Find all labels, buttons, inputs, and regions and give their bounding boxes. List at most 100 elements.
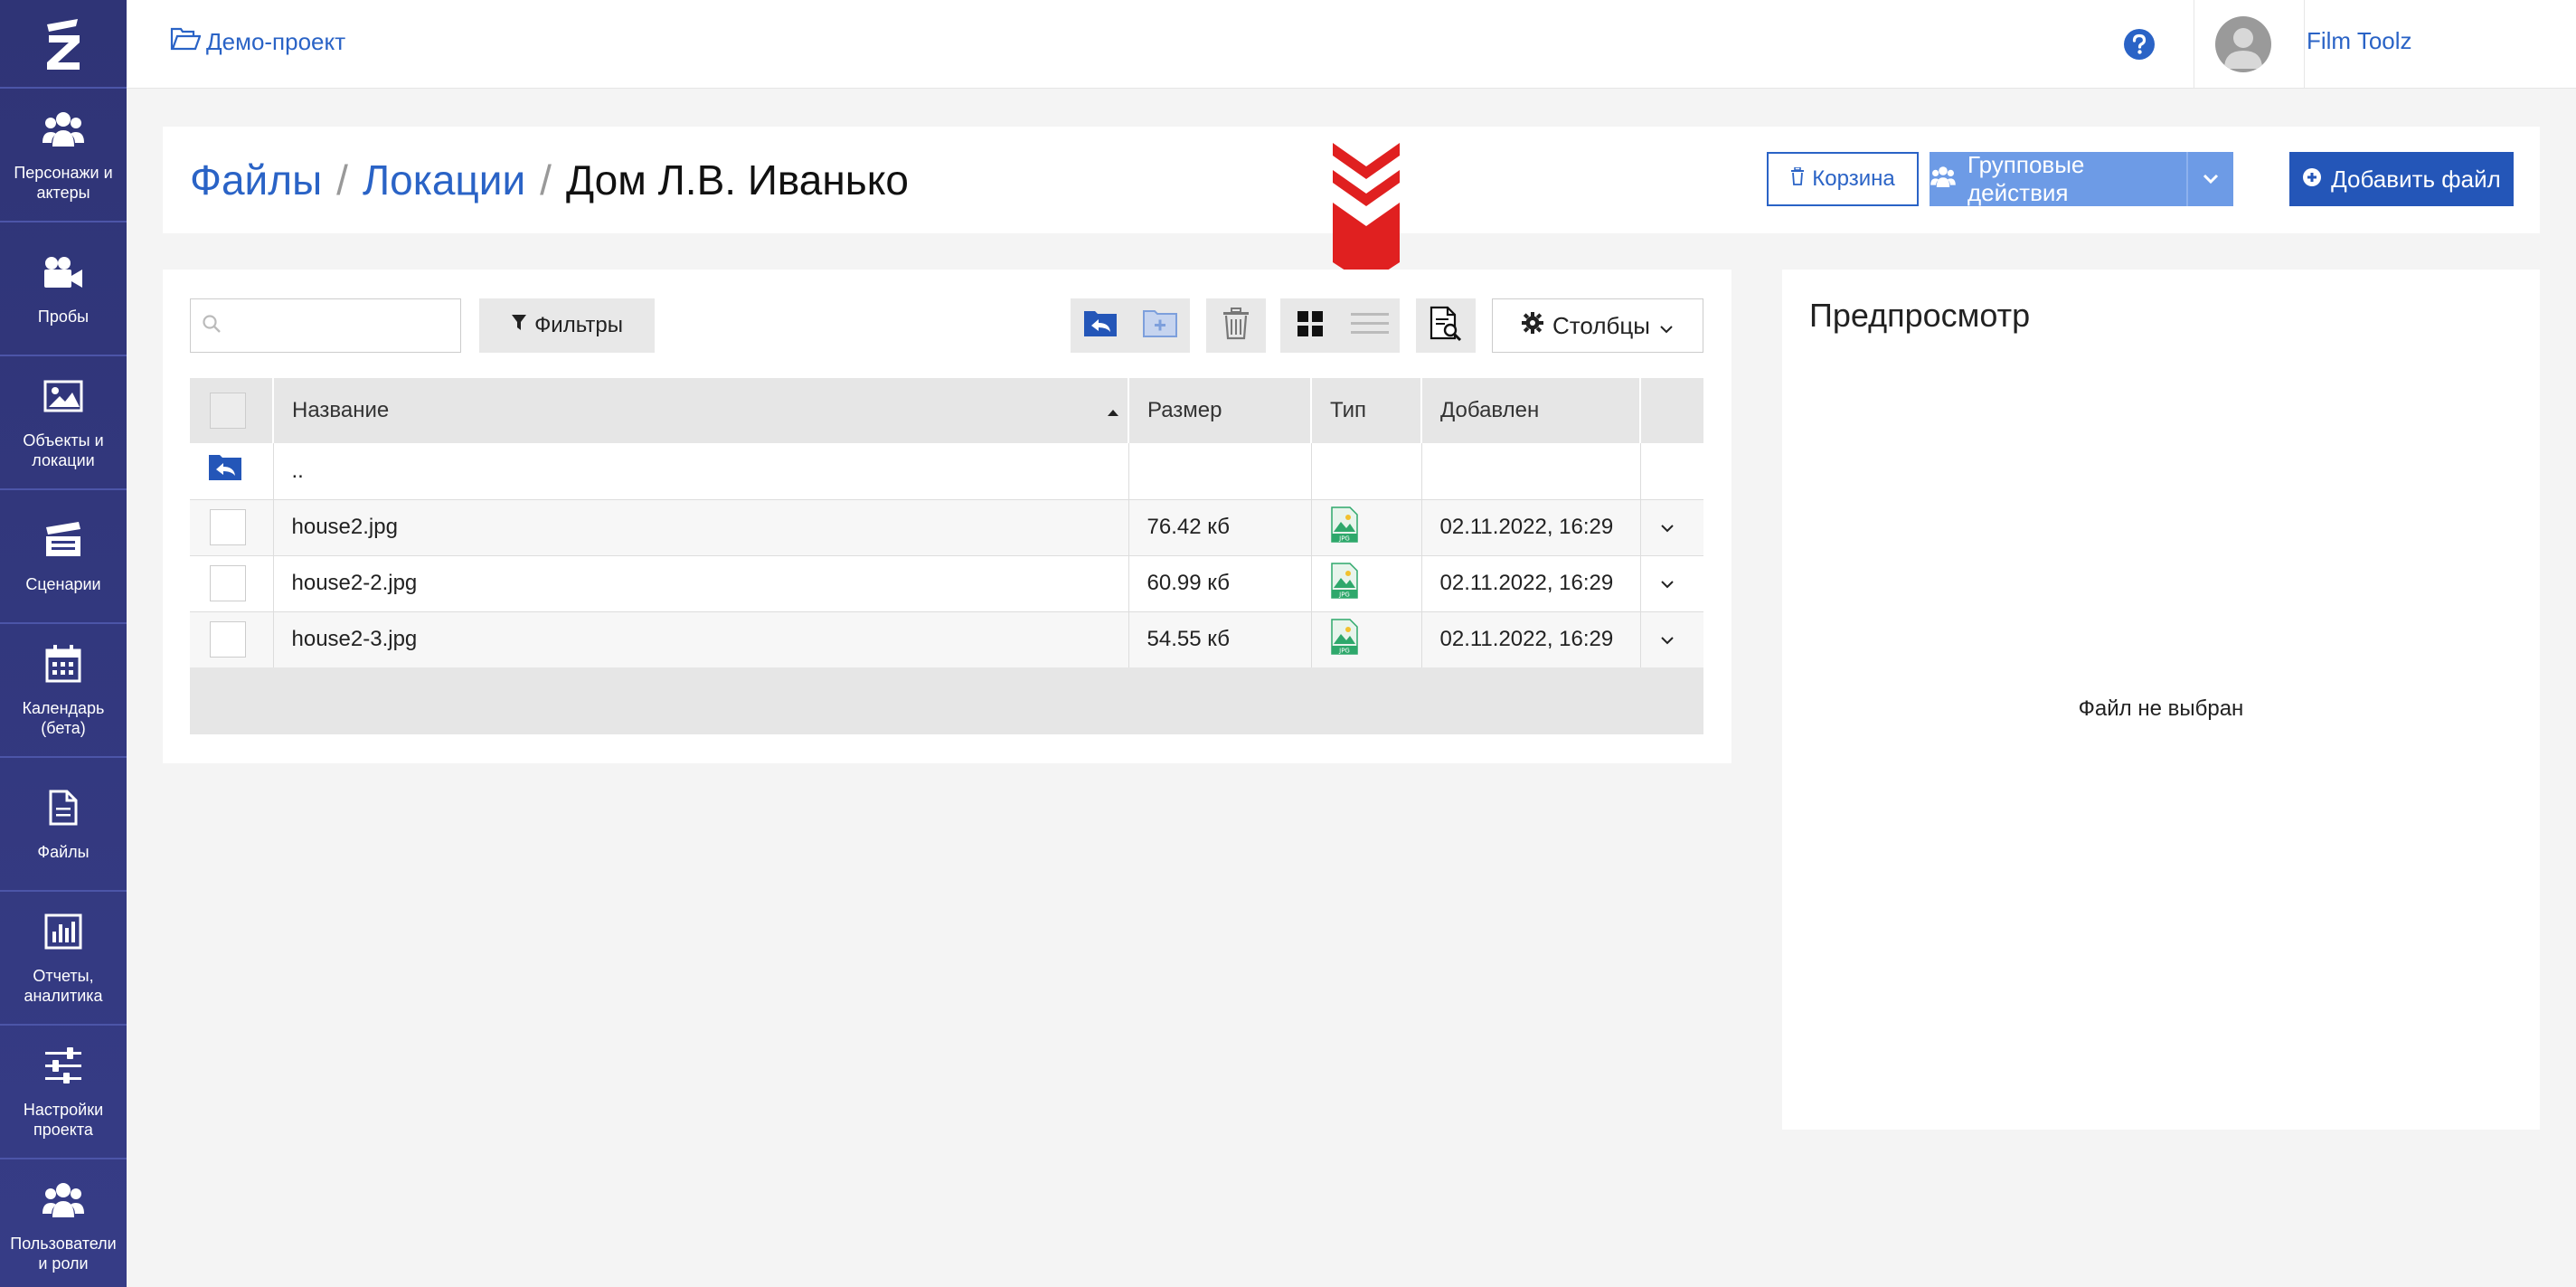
chevron-down-icon[interactable] <box>1659 515 1675 539</box>
people-icon <box>42 107 85 150</box>
users-icon <box>1930 166 1957 194</box>
parent-icon-cell <box>190 443 274 500</box>
group-actions-main[interactable]: Групповые действия <box>1930 151 2233 206</box>
table-header-row: Название Размер Тип Добавлен <box>190 378 1703 443</box>
help-icon[interactable] <box>2085 0 2194 89</box>
project-link[interactable]: Демо-проект <box>170 27 345 57</box>
image-icon <box>42 374 85 418</box>
delete-button[interactable] <box>1206 298 1266 353</box>
column-label: Размер <box>1147 398 1222 422</box>
table-row[interactable]: house2-3.jpg 54.55 кб JPG 02.11.2022, 16… <box>190 611 1703 668</box>
row-checkbox-cell <box>190 499 274 556</box>
sidebar-item-calendar[interactable]: Календарь (бета) <box>0 624 127 758</box>
chevron-down-icon <box>1659 312 1674 340</box>
add-file-button[interactable]: Добавить файл <box>2289 152 2514 206</box>
sidebar-item-characters[interactable]: Персонажи и актеры <box>0 89 127 222</box>
file-browser: Фильтры Столбцы Название Размер Тип Доба… <box>163 270 1731 763</box>
jpg-file-icon: JPG <box>1330 562 1359 604</box>
breadcrumb-separator: / <box>540 156 552 203</box>
breadcrumb-files[interactable]: Файлы <box>190 156 322 204</box>
column-label: Тип <box>1330 398 1367 422</box>
preview-toggle-button[interactable] <box>1416 298 1476 353</box>
file-name[interactable]: house2.jpg <box>273 499 1129 556</box>
trash-button[interactable]: Корзина <box>1767 152 1919 206</box>
sidebar-item-scripts[interactable]: Сценарии <box>0 490 127 624</box>
breadcrumb-locations[interactable]: Локации <box>363 156 525 204</box>
row-checkbox-cell <box>190 555 274 612</box>
table-row[interactable]: house2-2.jpg 60.99 кб JPG 02.11.2022, 16… <box>190 555 1703 612</box>
trash-icon <box>1222 307 1250 345</box>
folder-up-button[interactable] <box>1071 298 1130 353</box>
column-header-added[interactable]: Добавлен <box>1421 378 1641 443</box>
table-row[interactable]: house2.jpg 76.42 кб JPG 02.11.2022, 16:2… <box>190 499 1703 556</box>
users-icon <box>42 1178 85 1221</box>
column-label: Название <box>292 398 390 422</box>
sidebar-item-label: Настройки проекта <box>23 1101 104 1139</box>
file-name[interactable]: house2-3.jpg <box>273 611 1129 668</box>
list-icon <box>1351 310 1389 342</box>
row-checkbox[interactable] <box>210 565 246 601</box>
sidebar-item-users[interactable]: Пользователи и роли <box>0 1159 127 1287</box>
clapperboard-icon <box>42 518 85 562</box>
project-name: Демо-проект <box>206 28 346 55</box>
sidebar-item-reports[interactable]: Отчеты, аналитика <box>0 892 127 1026</box>
search-field[interactable] <box>190 298 461 353</box>
plus-circle-icon <box>2302 166 2322 194</box>
cell-type <box>1311 443 1422 500</box>
list-view-button[interactable] <box>1340 298 1400 353</box>
row-checkbox[interactable] <box>210 621 246 658</box>
sidebar-item-settings[interactable]: Настройки проекта <box>0 1026 127 1159</box>
column-header-actions <box>1640 378 1703 443</box>
sidebar-item-label: Персонажи и актеры <box>14 164 113 202</box>
chevron-down-icon[interactable] <box>2186 152 2233 206</box>
column-header-type[interactable]: Тип <box>1311 378 1422 443</box>
grid-view-button[interactable] <box>1280 298 1340 353</box>
filters-label: Фильтры <box>534 313 623 337</box>
avatar[interactable] <box>2215 16 2271 72</box>
divider <box>2304 0 2305 89</box>
column-header-name[interactable]: Название <box>273 378 1129 443</box>
file-size: 54.55 кб <box>1128 611 1312 668</box>
cell-size <box>1128 443 1312 500</box>
top-bar: Демо-проект Film Toolz <box>127 0 2576 89</box>
select-all-cell <box>190 378 274 443</box>
file-name[interactable]: house2-2.jpg <box>273 555 1129 612</box>
file-added: 02.11.2022, 16:29 <box>1421 499 1641 556</box>
search-input[interactable] <box>231 314 457 337</box>
reply-arrow-icon <box>1082 309 1118 343</box>
columns-button[interactable]: Столбцы <box>1492 298 1703 353</box>
attention-arrows-icon <box>1329 143 1403 289</box>
files-table: Название Размер Тип Добавлен .. house2.j… <box>190 378 1703 668</box>
sidebar-item-auditions[interactable]: Пробы <box>0 222 127 356</box>
folder-up-icon[interactable] <box>206 455 244 487</box>
parent-folder-name[interactable]: .. <box>273 443 1129 500</box>
file-size: 60.99 кб <box>1128 555 1312 612</box>
sidebar-item-label: Объекты и локации <box>23 431 104 469</box>
sidebar-item-label: Отчеты, аналитика <box>24 967 103 1005</box>
group-actions-button[interactable]: Групповые действия <box>1930 151 2233 206</box>
chevron-down-icon[interactable] <box>1659 627 1675 651</box>
calendar-icon <box>42 642 85 686</box>
preview-empty-message: Файл не выбран <box>2078 696 2244 721</box>
sidebar-item-files[interactable]: Файлы <box>0 758 127 892</box>
breadcrumb-current: Дом Л.В. Иванько <box>565 156 909 203</box>
chevron-down-icon[interactable] <box>1659 571 1675 595</box>
table-footer <box>190 667 1703 734</box>
file-size: 76.42 кб <box>1128 499 1312 556</box>
cell-added <box>1421 443 1641 500</box>
z-logo-icon[interactable] <box>0 0 127 89</box>
preview-panel: Предпросмотр Файл не выбран <box>1782 270 2540 1130</box>
sidebar-item-label: Сценарии <box>25 575 101 593</box>
column-header-size[interactable]: Размер <box>1128 378 1312 443</box>
grid-icon <box>1297 310 1324 342</box>
preview-title: Предпросмотр <box>1809 297 2031 334</box>
jpg-file-icon: JPG <box>1330 506 1359 548</box>
row-checkbox[interactable] <box>210 509 246 545</box>
user-name[interactable]: Film Toolz <box>2307 27 2412 55</box>
new-folder-button[interactable] <box>1130 298 1190 353</box>
parent-folder-row[interactable]: .. <box>190 443 1703 500</box>
document-search-icon <box>1430 306 1462 346</box>
select-all-checkbox[interactable] <box>210 393 246 429</box>
sidebar-item-locations[interactable]: Объекты и локации <box>0 356 127 490</box>
filters-button[interactable]: Фильтры <box>479 298 655 353</box>
